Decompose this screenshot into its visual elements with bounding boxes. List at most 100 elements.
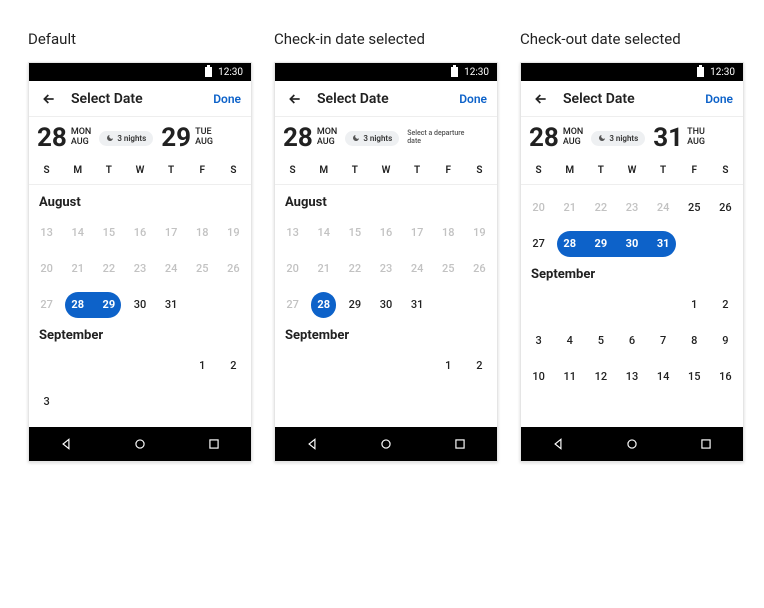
checkin-mon: AUG [563, 138, 583, 148]
nights-chip: 3 nights [345, 131, 399, 146]
calendar-day-selected-end[interactable]: 31 [648, 231, 679, 257]
nav-back-button[interactable] [297, 429, 327, 459]
circle-home-icon [625, 437, 639, 451]
calendar-day[interactable]: 14 [648, 364, 679, 390]
calendar-day[interactable]: 26 [710, 195, 741, 221]
calendar-day-selected[interactable]: 28 [308, 292, 339, 318]
checkout-date-block[interactable]: 29 TUE AUG [161, 123, 213, 153]
checkin-date-block[interactable]: 28 MON AUG [37, 123, 91, 153]
nav-home-button[interactable] [371, 429, 401, 459]
moon-icon [352, 134, 360, 142]
phone-frame: 12:30 Select Date Done 28 MON AUG [28, 62, 252, 462]
calendar-day[interactable]: 12 [585, 364, 616, 390]
checkout-date-block[interactable]: 31 THU AUG [653, 123, 705, 153]
calendar-day-selected-mid[interactable]: 30 [616, 231, 647, 257]
calendar-day: 27 [277, 292, 308, 318]
calendar-day[interactable]: 30 [370, 292, 401, 318]
battery-icon [697, 67, 704, 77]
triangle-back-icon [59, 437, 73, 451]
calendar-day[interactable]: 3 [31, 389, 62, 415]
calendar-day-selected-end[interactable]: 29 [93, 292, 124, 318]
calendar-day[interactable]: 5 [585, 328, 616, 354]
calendar-day: 24 [648, 195, 679, 221]
calendar-day[interactable]: 2 [710, 292, 741, 318]
moon-icon [598, 134, 606, 142]
nav-home-button[interactable] [617, 429, 647, 459]
calendar-day: 22 [585, 195, 616, 221]
calendar-scroll[interactable]: August 13 14 15 16 17 18 19 20 21 22 23 … [275, 185, 497, 427]
calendar-day[interactable]: 7 [648, 328, 679, 354]
day-of-week-header: SMTWTFS [29, 159, 251, 185]
calendar-day[interactable]: 9 [710, 328, 741, 354]
calendar-day: 18 [187, 220, 218, 246]
square-recent-icon [453, 437, 467, 451]
page-title: Select Date [71, 91, 213, 107]
done-button[interactable]: Done [705, 92, 733, 106]
date-summary: 28 MON AUG 3 nights 31 THU AUG [521, 117, 743, 159]
calendar-day: 26 [218, 256, 249, 282]
calendar-day: 16 [124, 220, 155, 246]
status-bar: 12:30 [521, 63, 743, 81]
calendar-day[interactable]: 2 [464, 353, 495, 379]
nav-recent-button[interactable] [445, 429, 475, 459]
nights-chip: 3 nights [99, 131, 153, 146]
status-time: 12:30 [710, 67, 735, 78]
day-of-week-header: SMTWTFS [275, 159, 497, 185]
calendar-scroll[interactable]: August 13 14 15 16 17 18 19 20 21 22 23 … [29, 185, 251, 427]
done-button[interactable]: Done [459, 92, 487, 106]
back-button[interactable] [285, 89, 305, 109]
month-header: September [31, 318, 249, 353]
calendar-day: 20 [277, 256, 308, 282]
calendar-day[interactable]: 27 [523, 231, 554, 257]
calendar-day[interactable]: 8 [679, 328, 710, 354]
nav-recent-button[interactable] [691, 429, 721, 459]
android-nav-bar [521, 427, 743, 461]
calendar-day[interactable]: 25 [679, 195, 710, 221]
calendar-day: 26 [464, 256, 495, 282]
app-bar: Select Date Done [29, 81, 251, 117]
calendar-day[interactable]: 31 [402, 292, 433, 318]
calendar-day: 24 [156, 256, 187, 282]
back-button[interactable] [39, 89, 59, 109]
calendar-day-selected-mid[interactable]: 29 [585, 231, 616, 257]
calendar-day[interactable]: 11 [554, 364, 585, 390]
calendar-day[interactable]: 31 [156, 292, 187, 318]
calendar-day[interactable]: 29 [339, 292, 370, 318]
calendar-grid: 1 2 3 [31, 353, 249, 415]
calendar-grid: 20 21 22 23 24 25 26 27 28 29 30 31 [523, 195, 741, 257]
nav-back-button[interactable] [543, 429, 573, 459]
calendar-day[interactable]: 1 [433, 353, 464, 379]
nav-home-button[interactable] [125, 429, 155, 459]
calendar-day-selected-start[interactable]: 28 [554, 231, 585, 257]
calendar-day[interactable]: 1 [187, 353, 218, 379]
day-of-week-header: SMTWTFS [521, 159, 743, 185]
calendar-day[interactable]: 3 [523, 328, 554, 354]
checkin-day: 28 [37, 123, 67, 153]
calendar-day[interactable]: 13 [616, 364, 647, 390]
app-bar: Select Date Done [275, 81, 497, 117]
calendar-day-selected-start[interactable]: 28 [62, 292, 93, 318]
calendar-grid: 1 2 3 4 5 6 7 8 9 10 11 12 13 14 15 16 [523, 292, 741, 390]
calendar-day: 17 [402, 220, 433, 246]
back-button[interactable] [531, 89, 551, 109]
checkin-date-block[interactable]: 28 MON AUG [529, 123, 583, 153]
calendar-day[interactable]: 15 [679, 364, 710, 390]
calendar-day[interactable]: 10 [523, 364, 554, 390]
checkin-date-block[interactable]: 28 MON AUG [283, 123, 337, 153]
arrow-left-icon [533, 91, 549, 107]
checkout-prompt[interactable]: Select a departure date [407, 130, 465, 145]
calendar-day[interactable]: 4 [554, 328, 585, 354]
calendar-day: 27 [31, 292, 62, 318]
battery-icon [205, 67, 212, 77]
calendar-day[interactable]: 16 [710, 364, 741, 390]
calendar-scroll[interactable]: 20 21 22 23 24 25 26 27 28 29 30 31 Sept… [521, 185, 743, 427]
android-nav-bar [29, 427, 251, 461]
calendar-day[interactable]: 2 [218, 353, 249, 379]
calendar-day[interactable]: 1 [679, 292, 710, 318]
nav-recent-button[interactable] [199, 429, 229, 459]
nav-back-button[interactable] [51, 429, 81, 459]
calendar-day[interactable]: 30 [124, 292, 155, 318]
done-button[interactable]: Done [213, 92, 241, 106]
date-summary: 28 MON AUG 3 nights 29 TUE AUG [29, 117, 251, 159]
calendar-day[interactable]: 6 [616, 328, 647, 354]
